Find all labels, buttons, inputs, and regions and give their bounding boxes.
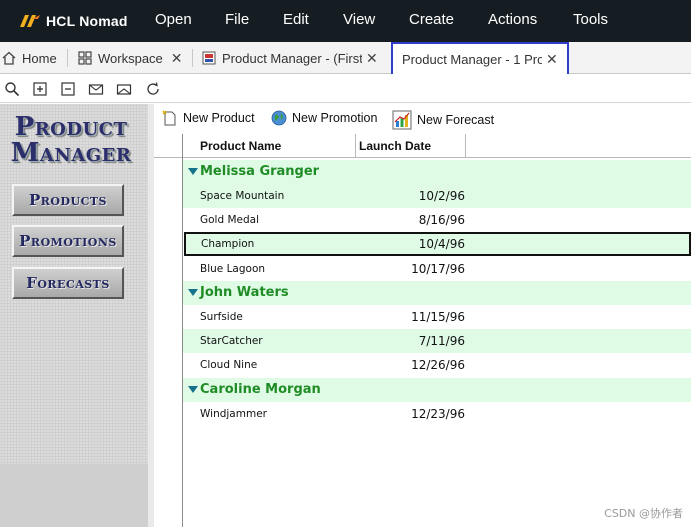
launch-date-cell: 10/17/96	[411, 262, 465, 276]
product-name-cell: Gold Medal	[200, 214, 260, 226]
new-document-icon	[162, 110, 176, 126]
new-product-button[interactable]: New Product	[162, 110, 255, 126]
table-row[interactable]: Blue Lagoon 10/17/96	[183, 257, 691, 281]
tab-product-manager-active[interactable]: Product Manager - 1 Pro ✕	[391, 42, 569, 74]
tab-separator	[192, 49, 193, 67]
menu-edit[interactable]: Edit	[283, 11, 309, 28]
nav-panel-footer	[0, 464, 148, 527]
menu-bar: HCL Nomad Open File Edit View Create Act…	[0, 0, 691, 42]
mail-out-icon[interactable]	[116, 81, 132, 97]
products-button[interactable]: Products	[12, 184, 124, 216]
new-product-label: New Product	[183, 111, 255, 125]
table-row[interactable]: Space Mountain 10/2/96	[183, 184, 691, 208]
table-row[interactable]: Surfside 11/15/96	[183, 305, 691, 329]
menu-file[interactable]: File	[225, 11, 249, 28]
table-row-selected[interactable]: Champion 10/4/96	[184, 232, 691, 256]
launch-date-cell: 12/26/96	[411, 358, 465, 372]
close-icon[interactable]: ✕	[171, 50, 183, 67]
forecasts-button[interactable]: Forecasts	[12, 267, 124, 299]
watermark: CSDN @协作者	[604, 507, 683, 520]
mail-in-icon[interactable]	[88, 81, 104, 97]
globe-icon	[271, 110, 287, 126]
tab-product-manager-active-label: Product Manager - 1 Pro	[402, 51, 542, 67]
product-name-cell: Surfside	[200, 311, 243, 323]
new-forecast-label: New Forecast	[417, 113, 495, 127]
category-row[interactable]: Melissa Granger	[183, 160, 691, 184]
launch-date-cell: 12/23/96	[411, 407, 465, 421]
logo-line-2: Manager	[10, 138, 132, 168]
product-manager-logo: Product Manager	[6, 114, 136, 166]
category-name: Melissa Granger	[200, 164, 320, 179]
tab-bar: Home Workspace ✕ Product Manager - (Firs…	[0, 42, 691, 74]
home-icon	[2, 51, 16, 65]
category-row[interactable]: Caroline Morgan	[183, 378, 691, 402]
hcl-logo-icon	[20, 15, 40, 27]
product-name-cell: Windjammer	[200, 408, 267, 420]
tab-home-label: Home	[22, 50, 57, 66]
new-promotion-button[interactable]: New Promotion	[271, 110, 377, 126]
product-view: Product Name Launch Date Melissa Granger…	[154, 134, 691, 527]
tab-home[interactable]: Home	[2, 42, 66, 74]
left-nav-panel: Product Manager Products Promotions Fore…	[0, 104, 148, 527]
menu-create[interactable]: Create	[409, 11, 454, 28]
menu-tools[interactable]: Tools	[573, 11, 608, 28]
tab-workspace-label: Workspace	[98, 50, 163, 66]
launch-date-cell: 7/11/96	[418, 334, 465, 348]
grid-icon	[78, 51, 92, 65]
tab-workspace[interactable]: Workspace ✕	[78, 42, 190, 74]
menu-actions[interactable]: Actions	[488, 11, 537, 28]
view-toolbar	[0, 75, 691, 103]
remove-window-icon[interactable]	[60, 81, 76, 97]
product-name-cell: StarCatcher	[200, 335, 263, 347]
app-name: HCL Nomad	[46, 13, 128, 29]
category-row[interactable]: John Waters	[183, 281, 691, 305]
tab-separator	[67, 49, 68, 67]
table-row[interactable]: Gold Medal 8/16/96	[183, 208, 691, 232]
search-icon[interactable]	[4, 81, 20, 97]
logo-line-1: Product	[14, 112, 128, 142]
chart-icon	[392, 110, 412, 130]
product-name-cell: Cloud Nine	[200, 359, 258, 371]
tab-product-manager-first-label: Product Manager - (First	[222, 50, 362, 66]
launch-date-cell: 10/2/96	[418, 189, 465, 203]
launch-date-cell: 10/4/96	[418, 237, 465, 251]
action-bar: New Product New Promotion New Forecast	[154, 104, 691, 134]
database-icon	[202, 51, 216, 65]
expand-triangle-icon[interactable]	[188, 289, 198, 296]
column-product-name[interactable]: Product Name	[183, 134, 356, 158]
category-name: Caroline Morgan	[200, 382, 321, 397]
launch-date-cell: 11/15/96	[411, 310, 465, 324]
view-header: Product Name Launch Date	[154, 134, 691, 158]
table-row[interactable]: Windjammer 12/23/96	[183, 402, 691, 426]
refresh-icon[interactable]	[145, 81, 161, 97]
product-name-cell: Champion	[201, 238, 255, 250]
category-name: John Waters	[200, 285, 289, 300]
close-icon[interactable]: ✕	[546, 51, 558, 68]
close-icon[interactable]: ✕	[366, 50, 378, 67]
add-window-icon[interactable]	[32, 81, 48, 97]
tab-product-manager-first[interactable]: Product Manager - (First ✕	[202, 42, 390, 74]
expand-triangle-icon[interactable]	[188, 168, 198, 175]
table-row[interactable]: StarCatcher 7/11/96	[183, 329, 691, 353]
app-brand: HCL Nomad	[0, 13, 150, 29]
menu-view[interactable]: View	[343, 11, 375, 28]
promotions-button[interactable]: Promotions	[12, 225, 124, 257]
table-row[interactable]: Cloud Nine 12/26/96	[183, 353, 691, 377]
launch-date-cell: 8/16/96	[418, 213, 465, 227]
new-forecast-button[interactable]: New Forecast	[392, 110, 494, 130]
new-promotion-label: New Promotion	[292, 111, 378, 125]
product-name-cell: Space Mountain	[200, 190, 285, 202]
menu-open[interactable]: Open	[155, 11, 192, 28]
expand-triangle-icon[interactable]	[188, 386, 198, 393]
product-name-cell: Blue Lagoon	[200, 263, 266, 275]
column-launch-date[interactable]: Launch Date	[356, 134, 466, 158]
